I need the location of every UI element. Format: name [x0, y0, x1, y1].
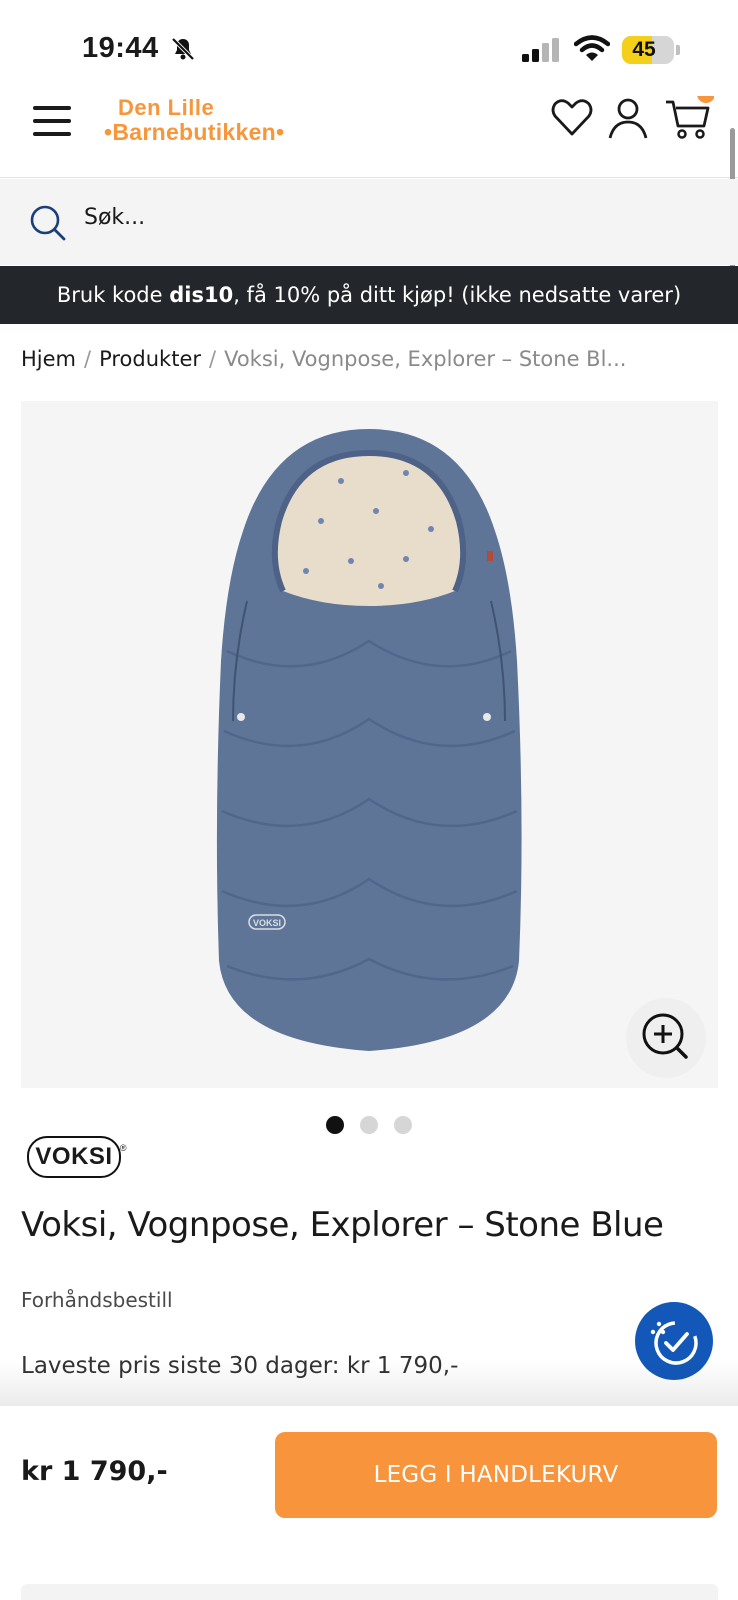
breadcrumb: Hjem / Produkter / Voksi, Vognpose, Explorer…: [21, 347, 626, 371]
heart-icon[interactable]: [550, 96, 594, 140]
cellular-signal-icon: [522, 38, 559, 62]
search-icon[interactable]: [28, 203, 68, 243]
brand-logo[interactable]: VOKSI ®: [27, 1136, 126, 1178]
logo-line2: •Barnebutikken•: [104, 119, 285, 145]
status-bar: 19:44 45: [0, 0, 738, 88]
breadcrumb-separator: /: [84, 347, 92, 371]
product-title: Voksi, Vognpose, Explorer – Stone Blue: [21, 1205, 664, 1245]
zoom-in-icon: [642, 1013, 688, 1059]
site-header: Den Lille •Barnebutikken•: [0, 88, 738, 178]
promo-banner: Bruk kode dis10, få 10% på ditt kjøp! (i…: [0, 266, 738, 324]
product-image-gallery[interactable]: VOKSI: [21, 401, 718, 1088]
cart-icon[interactable]: [664, 96, 714, 140]
brand-name: VOKSI: [35, 1143, 113, 1170]
search-input[interactable]: [84, 205, 684, 230]
brand-registered-mark: ®: [119, 1143, 127, 1153]
product-price: kr 1 790,-: [21, 1456, 168, 1487]
breadcrumb-separator: /: [209, 347, 217, 371]
breadcrumb-current: Voksi, Vognpose, Explorer – Stone Bl...: [224, 347, 627, 371]
sticky-purchase-bar: kr 1 790,- LEGG I HANDLEKURV: [0, 1406, 738, 1600]
product-image: VOKSI: [216, 429, 522, 1051]
gallery-dot[interactable]: [360, 1116, 378, 1134]
battery-percent: 45: [632, 38, 656, 61]
wifi-icon: [574, 35, 610, 61]
gallery-dot[interactable]: [326, 1116, 344, 1134]
availability-status: Forhåndsbestill: [21, 1288, 173, 1312]
product-logo-patch: VOKSI: [253, 918, 281, 928]
breadcrumb-home[interactable]: Hjem: [21, 347, 76, 371]
logo-line1: Den Lille: [118, 95, 215, 120]
search-bar: [0, 179, 738, 265]
gallery-pagination: [0, 1116, 738, 1139]
site-logo[interactable]: Den Lille •Barnebutikken•: [104, 95, 285, 145]
promo-prefix: Bruk kode: [56, 283, 170, 307]
status-time: 19:44: [82, 32, 159, 64]
account-icon[interactable]: [606, 96, 650, 140]
promo-suffix: , få 10% på ditt kjøp! (ikke nedsatte va…: [233, 283, 682, 307]
promo-code: dis10: [169, 283, 234, 307]
zoom-button[interactable]: [626, 998, 706, 1078]
menu-button[interactable]: [33, 102, 73, 142]
gallery-dot[interactable]: [394, 1116, 412, 1134]
breadcrumb-products[interactable]: Produkter: [99, 347, 201, 371]
add-to-cart-button[interactable]: LEGG I HANDLEKURV: [275, 1432, 717, 1518]
bell-muted-icon: [171, 37, 195, 61]
battery-indicator: 45: [622, 36, 680, 64]
